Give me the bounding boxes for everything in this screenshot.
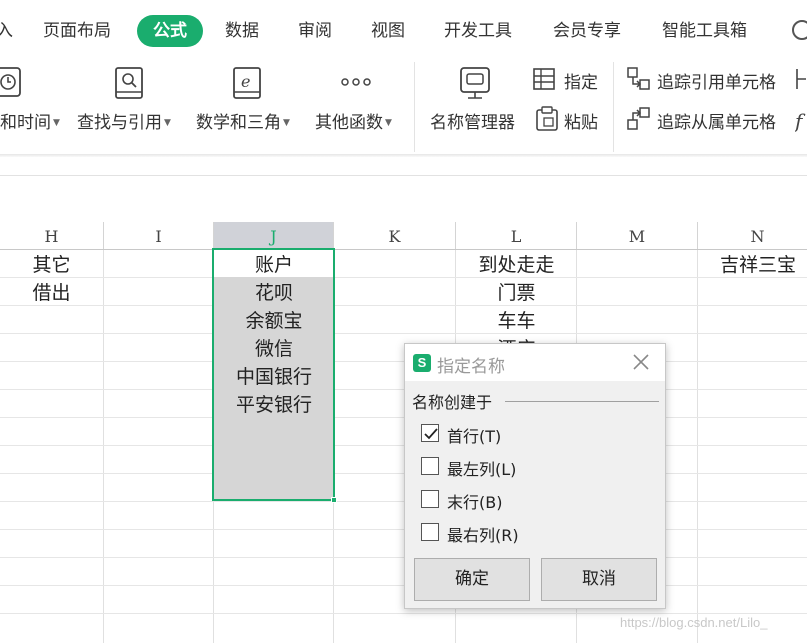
chevron-down-icon: ▼ xyxy=(385,118,392,128)
selection-border xyxy=(212,248,335,501)
checkbox-left-column[interactable] xyxy=(421,457,439,475)
column-header-h[interactable]: H xyxy=(0,222,104,249)
checkbox-bottom-row[interactable] xyxy=(421,490,439,508)
grid-line xyxy=(0,613,807,614)
grid-line xyxy=(0,333,807,334)
ok-button[interactable]: 确定 xyxy=(414,558,530,601)
cell-l2[interactable]: 门票 xyxy=(456,278,577,306)
checkmark-icon xyxy=(424,428,438,440)
column-header-n[interactable]: N xyxy=(698,222,807,249)
group-divider xyxy=(505,401,659,402)
option-label: 首行(T) xyxy=(447,427,502,446)
other-functions-button[interactable]: 其他函数 ▼ xyxy=(315,108,392,133)
math-label: 数学和三角 xyxy=(196,113,281,133)
tab-view[interactable]: 视图 xyxy=(371,16,405,46)
chevron-down-icon: ▼ xyxy=(53,118,60,128)
tab-insert-fragment[interactable]: 入 xyxy=(0,16,13,46)
tab-page-layout[interactable]: 页面布局 xyxy=(43,16,111,46)
name-manager-icon xyxy=(460,67,490,99)
checkbox-right-column[interactable] xyxy=(421,523,439,541)
column-header-m[interactable]: M xyxy=(577,222,698,249)
tab-developer[interactable]: 开发工具 xyxy=(444,16,512,46)
clock-icon xyxy=(0,67,21,97)
paste-icon xyxy=(536,106,558,131)
dialog-title: 指定名称 xyxy=(437,357,505,377)
trace-dependents-button[interactable]: 追踪从属单元格 xyxy=(657,108,776,133)
column-header-i[interactable]: I xyxy=(104,222,214,249)
chevron-down-icon: ▼ xyxy=(164,118,171,128)
ribbon-shadow xyxy=(0,154,807,157)
option-label: 末行(B) xyxy=(447,493,503,512)
ribbon-separator xyxy=(414,62,415,152)
cell-n1[interactable]: 吉祥三宝 xyxy=(698,250,807,278)
trace-precedents-button[interactable]: 追踪引用单元格 xyxy=(657,68,776,93)
trace-dependents-icon xyxy=(627,107,650,130)
assign-name-icon xyxy=(533,68,555,90)
tab-member[interactable]: 会员专享 xyxy=(553,16,621,46)
group-label: 名称创建于 xyxy=(412,389,497,413)
svg-text:e: e xyxy=(241,72,250,91)
tab-review[interactable]: 审阅 xyxy=(298,16,332,46)
option-label: 最右列(R) xyxy=(447,526,519,545)
grid-line xyxy=(0,305,807,306)
name-manager-button[interactable]: 名称管理器 xyxy=(430,108,515,133)
fill-handle[interactable] xyxy=(331,497,337,503)
search-icon[interactable] xyxy=(792,20,807,40)
datetime-label: 和时间 xyxy=(0,113,51,133)
cancel-button[interactable]: 取消 xyxy=(541,558,657,601)
lookup-label: 查找与引用 xyxy=(77,113,162,133)
wps-logo-icon: S xyxy=(413,354,431,372)
tab-data[interactable]: 数据 xyxy=(225,16,259,46)
lookup-reference-button[interactable]: 查找与引用 ▼ xyxy=(77,108,171,133)
cell-l3[interactable]: 车车 xyxy=(456,306,577,334)
column-header-k[interactable]: K xyxy=(334,222,456,249)
assign-name-dialog: S 指定名称 名称创建于 首行(T) 最左列(L) 末行(B) 最右列(R) 确… xyxy=(404,343,666,609)
column-header-j[interactable]: J xyxy=(214,222,334,249)
math-book-icon: e xyxy=(233,67,261,99)
dialog-title-bar[interactable]: S 指定名称 xyxy=(405,344,665,381)
grid-line xyxy=(0,277,807,278)
chevron-down-icon: ▼ xyxy=(283,118,290,128)
menu-bar: 入 页面布局 公式 数据 审阅 视图 开发工具 会员专享 智能工具箱 xyxy=(0,0,807,60)
column-header-l[interactable]: L xyxy=(456,222,577,249)
other-functions-label: 其他函数 xyxy=(315,113,383,133)
trace-precedents-icon xyxy=(627,67,650,90)
remove-arrows-icon xyxy=(796,69,806,89)
cell-l1[interactable]: 到处走走 xyxy=(456,250,577,278)
watermark: https://blog.csdn.net/Lilo_ xyxy=(620,615,768,630)
lookup-book-icon xyxy=(115,67,143,99)
math-trig-button[interactable]: 数学和三角 ▼ xyxy=(196,108,290,133)
ribbon-separator xyxy=(613,62,614,152)
formula-bar[interactable] xyxy=(0,175,807,176)
cell-h1[interactable]: 其它 xyxy=(0,250,103,278)
paste-name-button[interactable]: 粘贴 xyxy=(564,108,598,133)
tab-smart-toolbox[interactable]: 智能工具箱 xyxy=(662,16,747,46)
header-divider xyxy=(0,249,807,250)
checkbox-top-row[interactable] xyxy=(421,424,439,442)
svg-text:f: f xyxy=(795,109,806,133)
option-label: 最左列(L) xyxy=(447,460,517,479)
close-icon[interactable] xyxy=(629,350,653,374)
datetime-functions-button[interactable]: 和时间 ▼ xyxy=(0,108,60,133)
cell-h2[interactable]: 借出 xyxy=(0,278,103,306)
assign-name-button[interactable]: 指定 xyxy=(564,68,598,93)
tab-formulas[interactable]: 公式 xyxy=(137,15,203,47)
formula-fx-icon: f xyxy=(795,109,806,133)
more-dots-icon xyxy=(341,78,371,86)
